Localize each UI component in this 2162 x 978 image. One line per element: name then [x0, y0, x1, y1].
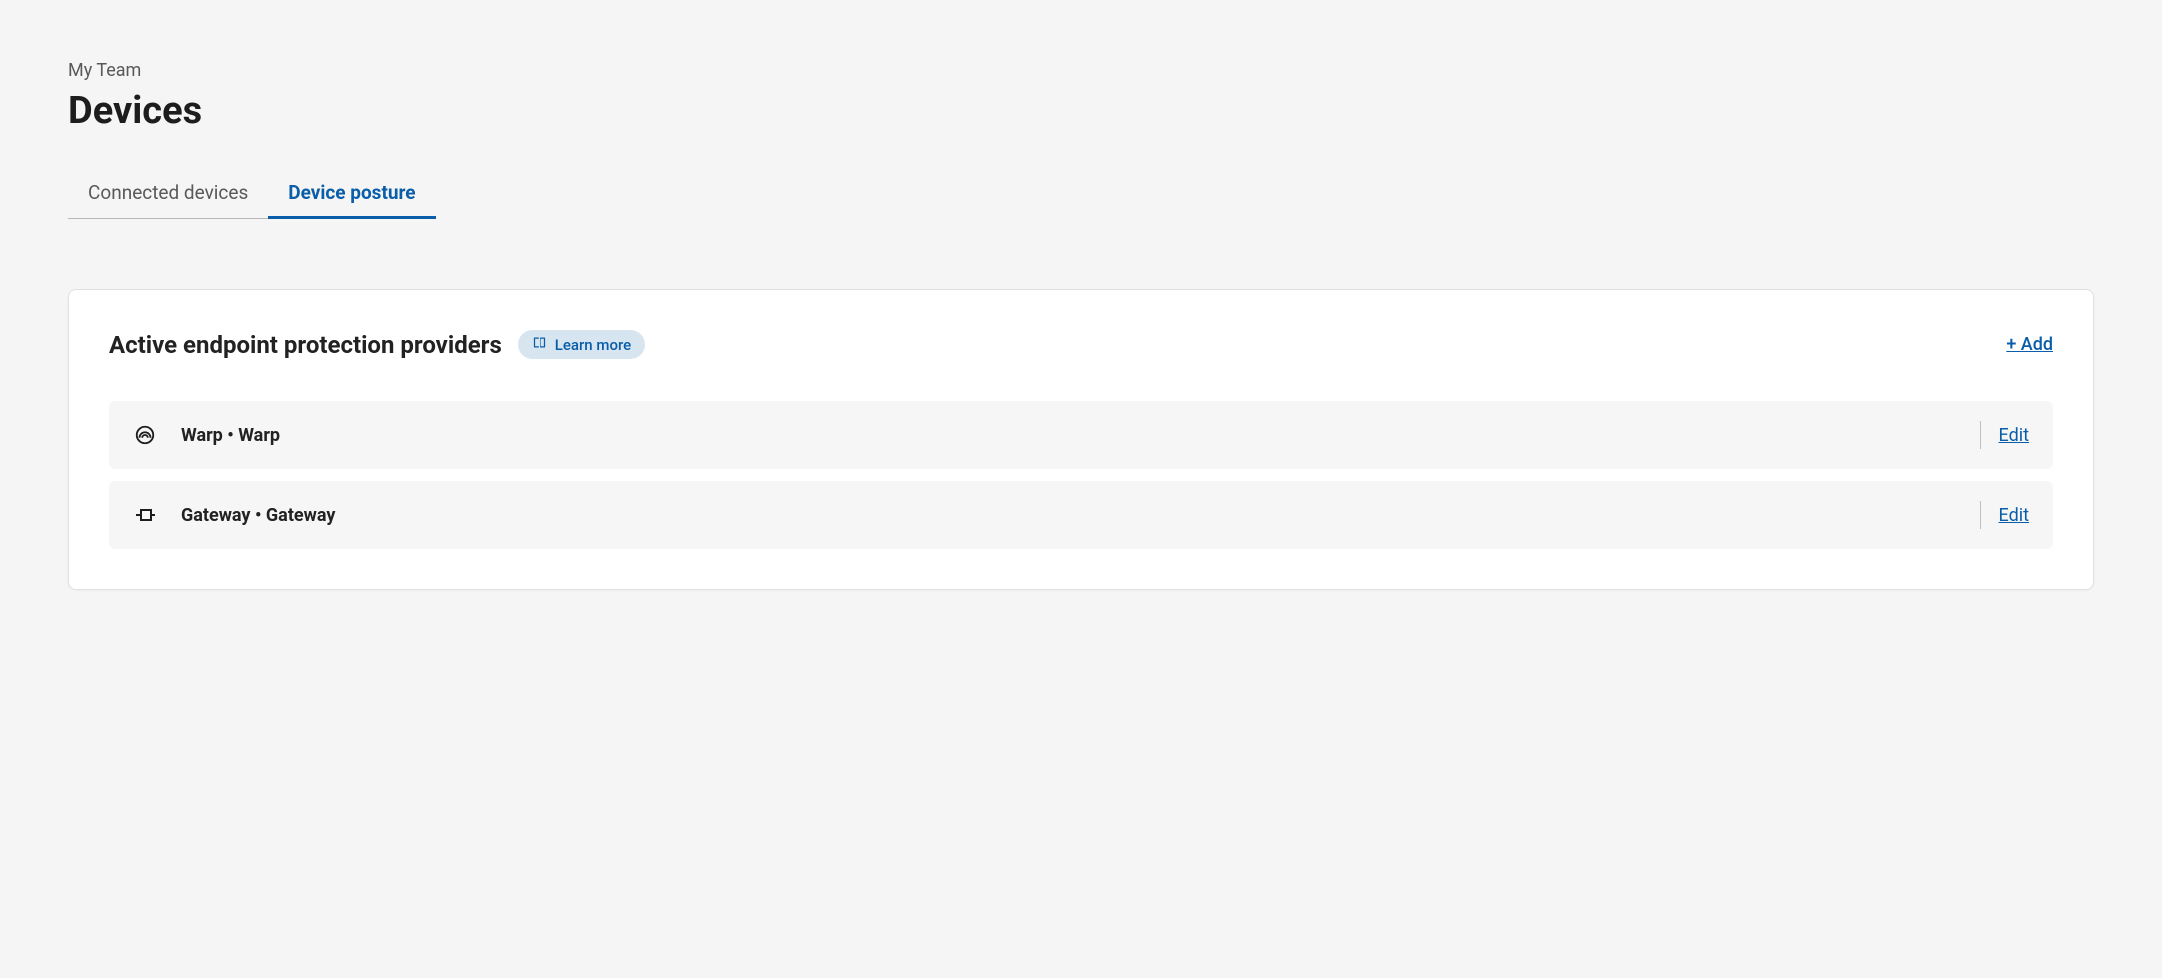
provider-name: Gateway • Gateway: [181, 505, 335, 526]
provider-left: Gateway • Gateway: [133, 503, 335, 527]
divider: [1980, 421, 1981, 449]
provider-row: Warp • Warp Edit: [109, 401, 2053, 469]
breadcrumb: My Team: [68, 60, 2094, 81]
tabs: Connected devices Device posture: [68, 169, 436, 219]
provider-actions: Edit: [1980, 421, 2029, 449]
provider-row: Gateway • Gateway Edit: [109, 481, 2053, 549]
add-button[interactable]: + Add: [2006, 334, 2053, 355]
provider-actions: Edit: [1980, 501, 2029, 529]
card-header-left: Active endpoint protection providers Lea…: [109, 330, 645, 359]
provider-list: Warp • Warp Edit Gateway • Gateway: [109, 401, 2053, 549]
book-icon: [532, 335, 547, 354]
edit-button[interactable]: Edit: [1999, 505, 2029, 526]
gateway-icon: [133, 503, 157, 527]
page-title: Devices: [68, 89, 2094, 133]
card-title: Active endpoint protection providers: [109, 331, 502, 359]
tab-device-posture[interactable]: Device posture: [268, 169, 435, 219]
providers-card: Active endpoint protection providers Lea…: [68, 289, 2094, 590]
learn-more-label: Learn more: [555, 336, 631, 354]
card-header: Active endpoint protection providers Lea…: [109, 330, 2053, 359]
tab-connected-devices[interactable]: Connected devices: [68, 169, 268, 219]
provider-left: Warp • Warp: [133, 423, 280, 447]
provider-name: Warp • Warp: [181, 425, 280, 446]
edit-button[interactable]: Edit: [1999, 425, 2029, 446]
learn-more-button[interactable]: Learn more: [518, 330, 645, 359]
divider: [1980, 501, 1981, 529]
warp-icon: [133, 423, 157, 447]
